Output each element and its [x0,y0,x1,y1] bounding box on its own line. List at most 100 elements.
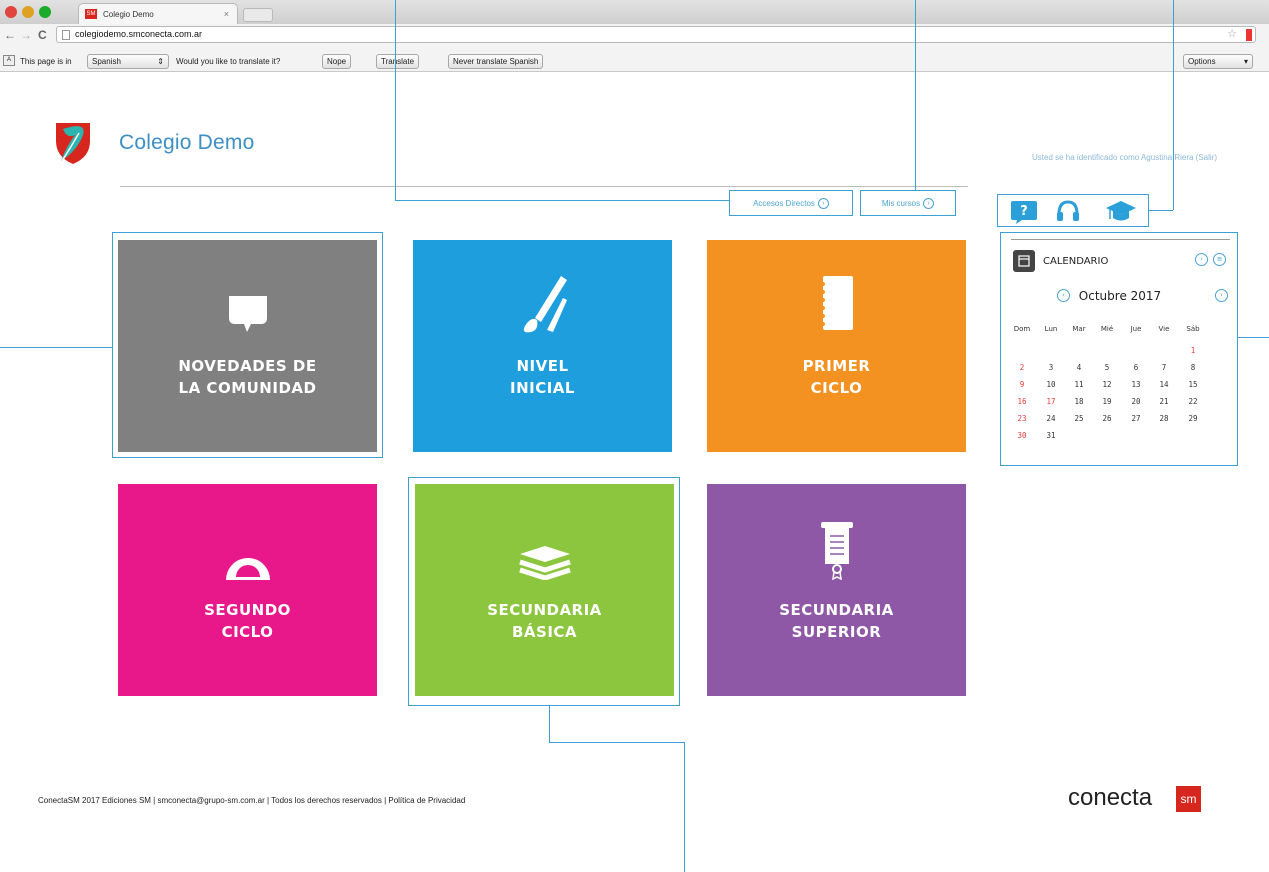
speech-bubble-icon [228,296,267,332]
calendar-day[interactable]: 27 [1125,414,1147,423]
calendar-day[interactable]: 28 [1153,414,1175,423]
tile-nivel-inicial[interactable]: NIVEL INICIAL [413,240,672,452]
close-window-button[interactable] [5,6,17,18]
calendar-day[interactable]: 19 [1096,397,1118,406]
support-headset-icon[interactable] [1054,199,1082,225]
url-text: colegiodemo.smconecta.com.ar [75,29,203,39]
bookmark-star-icon[interactable]: ☆ [1227,27,1237,42]
calendar-day[interactable]: 15 [1182,380,1204,389]
calendar-icon [1013,250,1035,272]
calendar-month: Octubre 2017 [1078,289,1162,303]
calendar-day[interactable]: 14 [1153,380,1175,389]
calendar-day[interactable]: 10 [1040,380,1062,389]
colegio-shield-logo-icon[interactable] [53,117,93,165]
calendar-day[interactable]: 11 [1068,380,1090,389]
calendar-day[interactable]: 17 [1040,397,1062,406]
back-button[interactable]: ← [4,28,16,42]
calendar-day[interactable]: 6 [1125,363,1147,372]
language-select[interactable]: Spanish ⇕ [87,54,169,69]
callout-line [0,347,112,348]
calendar-day[interactable]: 26 [1096,414,1118,423]
calendar-day[interactable]: 5 [1096,363,1118,372]
reload-button[interactable]: C [38,28,47,42]
calendar-day[interactable]: 25 [1068,414,1090,423]
translate-bar: A This page is in Spanish ⇕ Would you li… [0,52,1269,72]
select-arrow-icon: ⇕ [157,57,164,66]
tile-label-line2: BÁSICA [511,623,578,641]
calendar-day[interactable]: 1 [1182,346,1204,355]
calendar-day[interactable]: 12 [1096,380,1118,389]
tile-secundaria-superior[interactable]: SECUNDARIA SUPERIOR [707,484,966,696]
options-label: Options [1188,57,1216,66]
zoom-window-button[interactable] [39,6,51,18]
accesos-label: Accesos Directos [753,198,815,208]
calendar-day[interactable]: 23 [1011,414,1033,423]
forward-button[interactable]: → [20,28,32,42]
graduation-cap-icon[interactable] [1104,199,1138,225]
calendar-day[interactable]: 30 [1011,431,1033,440]
tile-primer-ciclo[interactable]: PRIMER CICLO [707,240,966,452]
calendar-menu-icon[interactable]: ≡ [1213,253,1226,266]
tile-label-line1: NOVEDADES DE [178,357,317,375]
weekday-label: Dom [1013,325,1031,333]
calendar-day[interactable]: 7 [1153,363,1175,372]
calendar-day[interactable]: 21 [1153,397,1175,406]
calendar-day[interactable]: 29 [1182,414,1204,423]
language-value: Spanish [92,57,121,66]
translate-question: Would you like to translate it? [176,57,281,66]
accesos-directos-button[interactable]: Accesos Directos › [729,190,853,216]
address-bar-area: ← → C colegiodemo.smconecta.com.ar ☆ A T… [0,24,1269,72]
page-icon [62,30,70,40]
tile-segundo-ciclo[interactable]: SEGUNDO CICLO [118,484,377,696]
next-month-icon[interactable]: › [1215,289,1228,302]
calendar-day[interactable]: 4 [1068,363,1090,372]
calendar-day[interactable]: 18 [1068,397,1090,406]
extension-icon[interactable] [1246,29,1252,41]
calendar-day[interactable]: 31 [1040,431,1062,440]
mis-cursos-button[interactable]: Mis cursos › [860,190,956,216]
conecta-logo[interactable]: conecta [1068,784,1152,812]
options-button[interactable]: Options ▾ [1183,54,1253,69]
school-name[interactable]: Colegio Demo [119,131,254,155]
svg-text:?: ? [1020,204,1028,219]
help-icon[interactable]: ? [1010,199,1038,225]
never-translate-button[interactable]: Never translate Spanish [448,54,544,69]
url-input[interactable]: colegiodemo.smconecta.com.ar ☆ [56,26,1256,43]
callout-line [1238,337,1269,338]
tile-label-line2: INICIAL [510,379,575,397]
weekday-label: Mié [1100,325,1114,333]
translate-label: This page is in [20,57,72,66]
callout-line [395,0,396,200]
sm-logo-badge[interactable]: sm [1176,786,1201,812]
nope-button[interactable]: Nope [322,54,352,69]
tile-secundaria-basica[interactable]: SECUNDARIA BÁSICA [415,484,674,696]
tile-novedades[interactable]: NOVEDADES DE LA COMUNIDAD [118,240,377,452]
calendar-day[interactable]: 8 [1182,363,1204,372]
header-divider [120,186,968,187]
weekday-label: Mar [1072,325,1086,333]
calendar-day[interactable]: 3 [1040,363,1062,372]
browser-tab[interactable]: SM Colegio Demo × [78,3,238,24]
translate-button[interactable]: Translate [376,54,420,69]
paintbrush-pencil-icon [523,276,567,333]
calendar-forward-icon[interactable]: › [1195,253,1208,266]
calendar-day[interactable]: 20 [1125,397,1147,406]
tile-label-line1: SEGUNDO [204,601,291,619]
minimize-window-button[interactable] [22,6,34,18]
user-session-link[interactable]: Usted se ha identificado como Agustina R… [1032,153,1217,162]
callout-line [549,742,684,743]
browser-chrome: SM Colegio Demo × ← → C colegiodemo.smco… [0,0,1269,100]
calendar-day[interactable]: 22 [1182,397,1204,406]
calendar-widget: CALENDARIO › ≡ ‹ Octubre 2017 › Dom Lun Ma… [1000,232,1238,466]
callout-line [915,0,916,190]
calendar-day[interactable]: 24 [1040,414,1062,423]
tab-close-icon[interactable]: × [224,9,229,19]
header-icons-group: ? [997,194,1149,227]
calendar-day[interactable]: 13 [1125,380,1147,389]
new-tab-button[interactable] [243,8,273,22]
footer-text: ConectaSM 2017 Ediciones SM | smconecta@… [38,796,466,805]
calendar-day[interactable]: 9 [1011,380,1033,389]
calendar-day[interactable]: 16 [1011,397,1033,406]
sm-favicon-icon: SM [85,9,97,19]
calendar-day[interactable]: 2 [1011,363,1033,372]
